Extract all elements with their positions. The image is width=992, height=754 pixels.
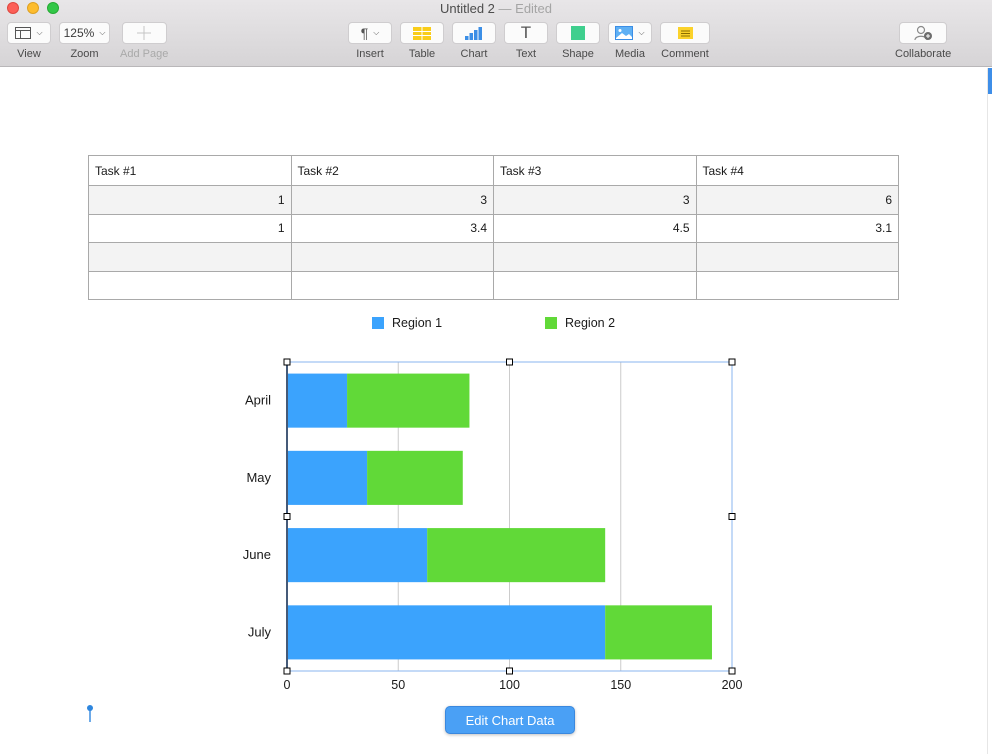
edit-chart-data-button[interactable]: Edit Chart Data [445,706,575,734]
bar-region-2-april[interactable] [347,373,470,428]
x-tick-label: 100 [499,678,520,692]
bar-region-2-july[interactable] [605,605,712,660]
bar-region-2-june[interactable] [427,528,606,583]
resize-handle[interactable] [728,358,736,366]
category-label: April [245,393,271,408]
resize-handle[interactable] [283,667,291,675]
text-cursor-pin-icon[interactable] [87,705,93,722]
resize-handle[interactable] [728,667,736,675]
x-tick-label: 50 [391,678,405,692]
x-tick-label: 0 [284,678,291,692]
resize-handle[interactable] [283,358,291,366]
category-label: July [248,624,272,639]
bar-region-1-july[interactable] [287,605,606,660]
bar-region-2-may[interactable] [367,450,463,505]
resize-handle[interactable] [283,513,291,520]
x-tick-label: 150 [610,678,631,692]
resize-handle[interactable] [728,513,736,520]
category-label: June [243,547,271,562]
resize-handle[interactable] [506,358,513,366]
bar-region-1-april[interactable] [287,373,348,428]
category-label: May [246,470,271,485]
bar-region-1-may[interactable] [287,450,368,505]
bar-chart[interactable]: April May June July 0 50 100 150 200 [0,0,992,754]
bar-region-1-june[interactable] [287,528,428,583]
resize-handle[interactable] [506,667,513,675]
x-tick-label: 200 [722,678,743,692]
